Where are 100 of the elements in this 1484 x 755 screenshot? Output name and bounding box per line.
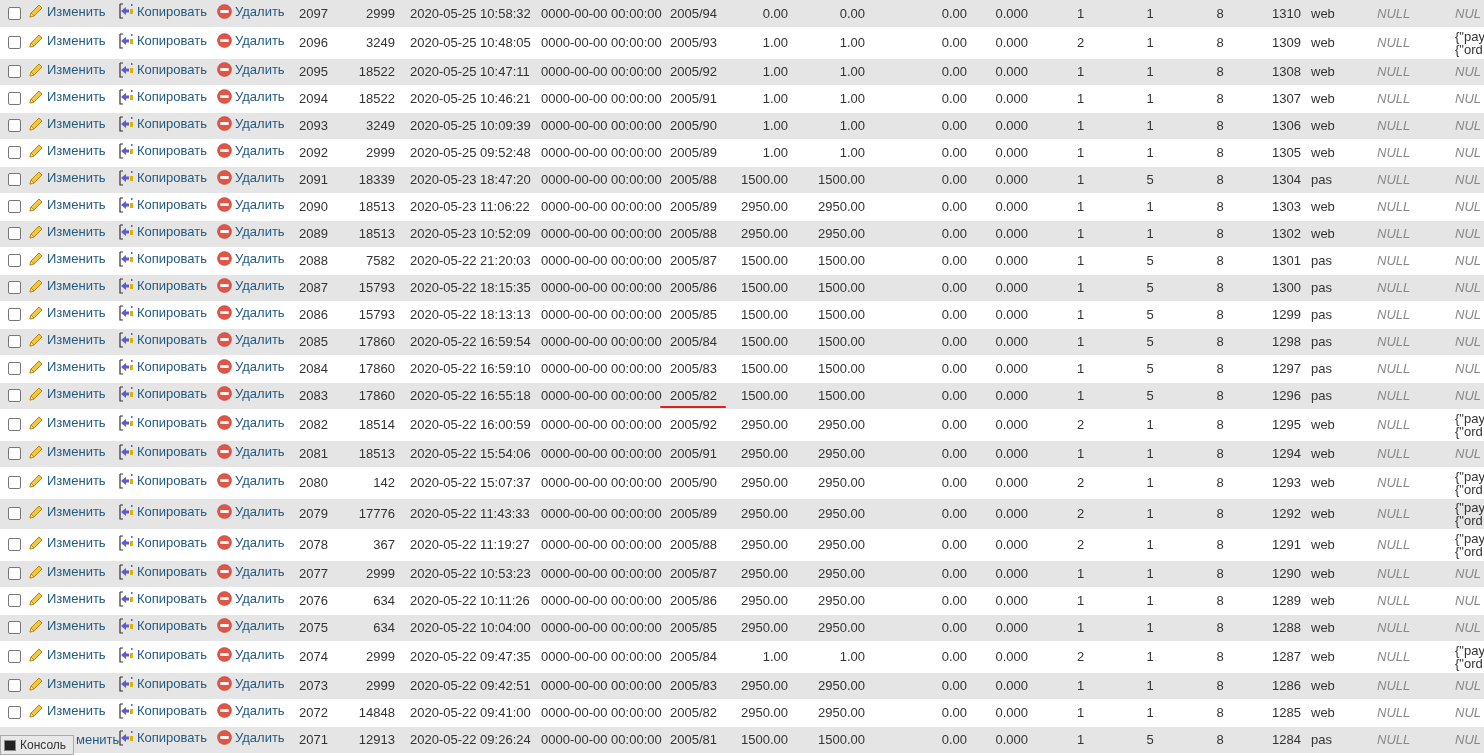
edit-link[interactable]: Изменить xyxy=(28,501,106,522)
delete-link[interactable]: Удалить xyxy=(217,616,285,636)
row-checkbox[interactable] xyxy=(8,227,21,240)
delete-link[interactable]: Удалить xyxy=(217,249,285,269)
copy-link[interactable]: Копировать xyxy=(118,441,207,462)
delete-link[interactable]: Удалить xyxy=(217,141,285,161)
copy-link[interactable]: Копировать xyxy=(118,383,207,404)
delete-link[interactable]: Удалить xyxy=(217,31,285,51)
copy-link[interactable]: Копировать xyxy=(118,615,207,636)
copy-link[interactable]: Копировать xyxy=(118,30,207,51)
copy-link[interactable]: Копировать xyxy=(118,302,207,323)
delete-link[interactable]: Удалить xyxy=(217,60,285,80)
row-checkbox[interactable] xyxy=(8,36,21,49)
delete-link[interactable]: Удалить xyxy=(217,442,285,462)
row-checkbox[interactable] xyxy=(8,362,21,375)
copy-link[interactable]: Копировать xyxy=(118,113,207,134)
edit-link[interactable]: Изменить xyxy=(28,644,106,665)
edit-link[interactable]: Изменить xyxy=(28,673,106,694)
edit-link[interactable]: Изменить xyxy=(28,356,106,377)
row-checkbox[interactable] xyxy=(8,594,21,607)
edit-link[interactable]: менить xyxy=(76,729,120,750)
copy-link[interactable]: Копировать xyxy=(118,673,207,694)
copy-link[interactable]: Копировать xyxy=(118,275,207,296)
delete-link[interactable]: Удалить xyxy=(217,168,285,188)
edit-link[interactable]: Изменить xyxy=(28,532,106,553)
copy-link[interactable]: Копировать xyxy=(118,140,207,161)
row-checkbox[interactable] xyxy=(8,254,21,267)
delete-link[interactable]: Удалить xyxy=(217,357,285,377)
edit-link[interactable]: Изменить xyxy=(28,470,106,491)
delete-link[interactable]: Удалить xyxy=(217,562,285,582)
copy-link[interactable]: Копировать xyxy=(118,356,207,377)
edit-link[interactable]: Изменить xyxy=(28,329,106,350)
row-checkbox[interactable] xyxy=(8,567,21,580)
copy-link[interactable]: Копировать xyxy=(118,86,207,107)
delete-link[interactable]: Удалить xyxy=(217,413,285,433)
copy-link[interactable]: Копировать xyxy=(118,470,207,491)
row-checkbox[interactable] xyxy=(8,476,21,489)
edit-link[interactable]: Изменить xyxy=(28,275,106,296)
edit-link[interactable]: Изменить xyxy=(28,194,106,215)
edit-link[interactable]: Изменить xyxy=(28,561,106,582)
row-checkbox[interactable] xyxy=(8,146,21,159)
delete-link[interactable]: Удалить xyxy=(217,471,285,491)
row-checkbox[interactable] xyxy=(8,706,21,719)
row-checkbox[interactable] xyxy=(8,92,21,105)
edit-link[interactable]: Изменить xyxy=(28,140,106,161)
copy-link[interactable]: Копировать xyxy=(118,59,207,80)
delete-link[interactable]: Удалить xyxy=(217,645,285,665)
edit-link[interactable]: Изменить xyxy=(28,248,106,269)
delete-link[interactable]: Удалить xyxy=(217,728,285,748)
edit-link[interactable]: Изменить xyxy=(28,700,106,721)
edit-link[interactable]: Изменить xyxy=(28,221,106,242)
row-checkbox[interactable] xyxy=(8,173,21,186)
delete-link[interactable]: Удалить xyxy=(217,303,285,323)
copy-link[interactable]: Копировать xyxy=(118,329,207,350)
row-checkbox[interactable] xyxy=(8,679,21,692)
delete-link[interactable]: Удалить xyxy=(217,114,285,134)
delete-link[interactable]: Удалить xyxy=(217,384,285,404)
delete-link[interactable]: Удалить xyxy=(217,701,285,721)
edit-link[interactable]: Изменить xyxy=(28,113,106,134)
copy-link[interactable]: Копировать xyxy=(118,248,207,269)
copy-link[interactable]: Копировать xyxy=(118,167,207,188)
console-button[interactable]: Консоль xyxy=(0,735,74,755)
copy-link[interactable]: Копировать xyxy=(118,561,207,582)
copy-link[interactable]: Копировать xyxy=(118,700,207,721)
delete-link[interactable]: Удалить xyxy=(217,674,285,694)
edit-link[interactable]: Изменить xyxy=(28,412,106,433)
edit-link[interactable]: Изменить xyxy=(28,615,106,636)
delete-link[interactable]: Удалить xyxy=(217,330,285,350)
row-checkbox[interactable] xyxy=(8,6,21,20)
copy-link[interactable]: Копировать xyxy=(118,412,207,433)
row-checkbox[interactable] xyxy=(8,335,21,348)
row-checkbox[interactable] xyxy=(8,281,21,294)
row-checkbox[interactable] xyxy=(8,119,21,132)
copy-link[interactable]: Копировать xyxy=(118,221,207,242)
row-checkbox[interactable] xyxy=(8,507,21,520)
row-checkbox[interactable] xyxy=(8,389,21,402)
edit-link[interactable]: Изменить xyxy=(28,302,106,323)
delete-link[interactable]: Удалить xyxy=(217,1,285,22)
edit-link[interactable]: Изменить xyxy=(28,1,106,22)
delete-link[interactable]: Удалить xyxy=(217,222,285,242)
edit-link[interactable]: Изменить xyxy=(28,59,106,80)
row-checkbox[interactable] xyxy=(8,621,21,634)
edit-link[interactable]: Изменить xyxy=(28,167,106,188)
edit-link[interactable]: Изменить xyxy=(28,588,106,609)
row-checkbox[interactable] xyxy=(8,200,21,213)
row-checkbox[interactable] xyxy=(8,308,21,321)
copy-link[interactable]: Копировать xyxy=(118,588,207,609)
copy-link[interactable]: Копировать xyxy=(118,1,207,22)
delete-link[interactable]: Удалить xyxy=(217,502,285,522)
row-checkbox[interactable] xyxy=(8,418,21,431)
row-checkbox[interactable] xyxy=(8,447,21,460)
edit-link[interactable]: Изменить xyxy=(28,441,106,462)
row-checkbox[interactable] xyxy=(8,538,21,551)
delete-link[interactable]: Удалить xyxy=(217,276,285,296)
copy-link[interactable]: Копировать xyxy=(118,644,207,665)
edit-link[interactable]: Изменить xyxy=(28,383,106,404)
edit-link[interactable]: Изменить xyxy=(28,86,106,107)
copy-link[interactable]: Копировать xyxy=(118,194,207,215)
delete-link[interactable]: Удалить xyxy=(217,533,285,553)
copy-link[interactable]: Копировать xyxy=(118,501,207,522)
